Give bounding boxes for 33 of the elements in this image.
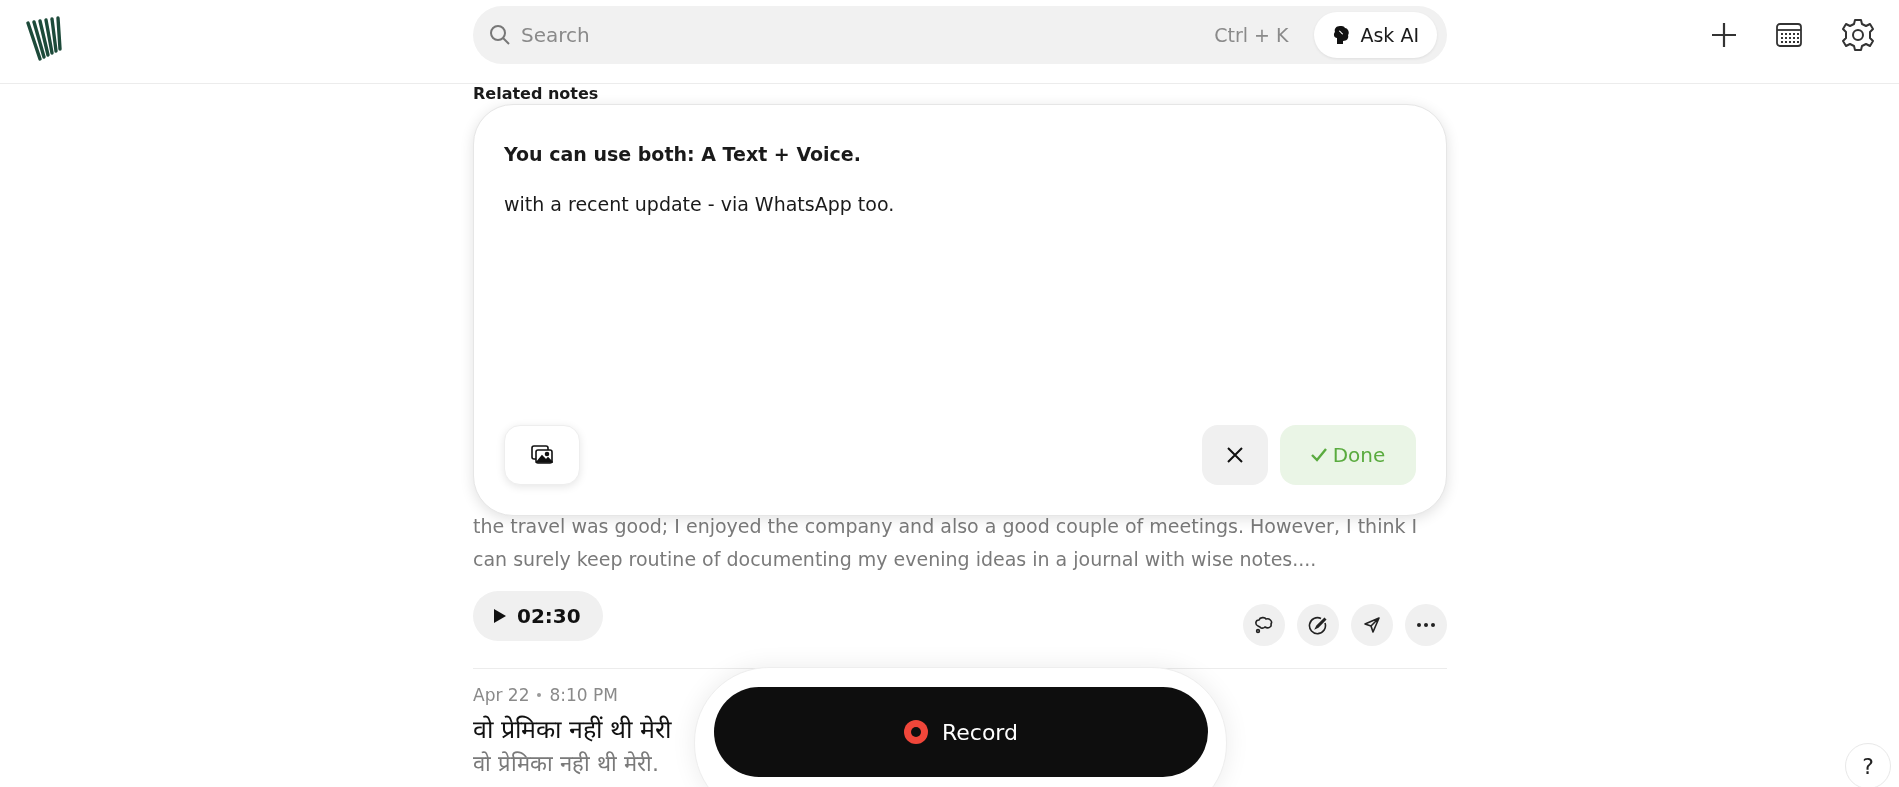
record-button[interactable]: Record	[714, 687, 1208, 777]
settings-icon	[1841, 18, 1875, 52]
play-button[interactable]: 02:30	[473, 591, 603, 641]
chat-bubble-button[interactable]	[1243, 604, 1285, 646]
more-button[interactable]	[1405, 604, 1447, 646]
note-date: Apr 22	[473, 685, 530, 705]
edit-button[interactable]	[1297, 604, 1339, 646]
help-button[interactable]: ?	[1845, 743, 1891, 787]
section-heading: Related notes	[473, 84, 599, 104]
images-icon	[531, 445, 553, 465]
editor-title: You can use both: A Text + Voice.	[504, 143, 862, 165]
send-icon	[1363, 616, 1381, 634]
note-excerpt: वो प्रेमिका नही थी मेरी.	[473, 750, 659, 777]
editor-text: with a recent update - via WhatsApp too.	[504, 193, 896, 217]
ask-ai-button[interactable]: Ask AI	[1314, 12, 1437, 58]
shortcut-hint: Ctrl + K	[1214, 24, 1289, 46]
close-button[interactable]	[1202, 425, 1268, 485]
note-time: 8:10 PM	[549, 685, 618, 705]
close-icon	[1226, 446, 1244, 464]
calendar-icon	[1775, 22, 1803, 48]
send-button[interactable]	[1351, 604, 1393, 646]
image-button[interactable]	[504, 425, 580, 485]
play-icon	[493, 608, 507, 624]
chat-bubble-icon	[1254, 615, 1274, 635]
note-excerpt: the travel was good; I enjoyed the company and also a good couple of meetings. However, I think I can surely keep routine of documenting my evening ideas in a journal with wise notes....	[473, 514, 1419, 572]
more-icon	[1417, 623, 1435, 627]
record-icon	[904, 720, 928, 744]
pen-circle-icon	[1308, 615, 1328, 635]
check-icon	[1310, 448, 1327, 462]
search-icon	[489, 24, 511, 46]
plus-icon	[1711, 22, 1737, 48]
note-title: वो प्रेमिका नहीं थी मेरी	[473, 714, 671, 745]
search-field[interactable]: Search Ctrl + K Ask AI	[473, 6, 1447, 64]
